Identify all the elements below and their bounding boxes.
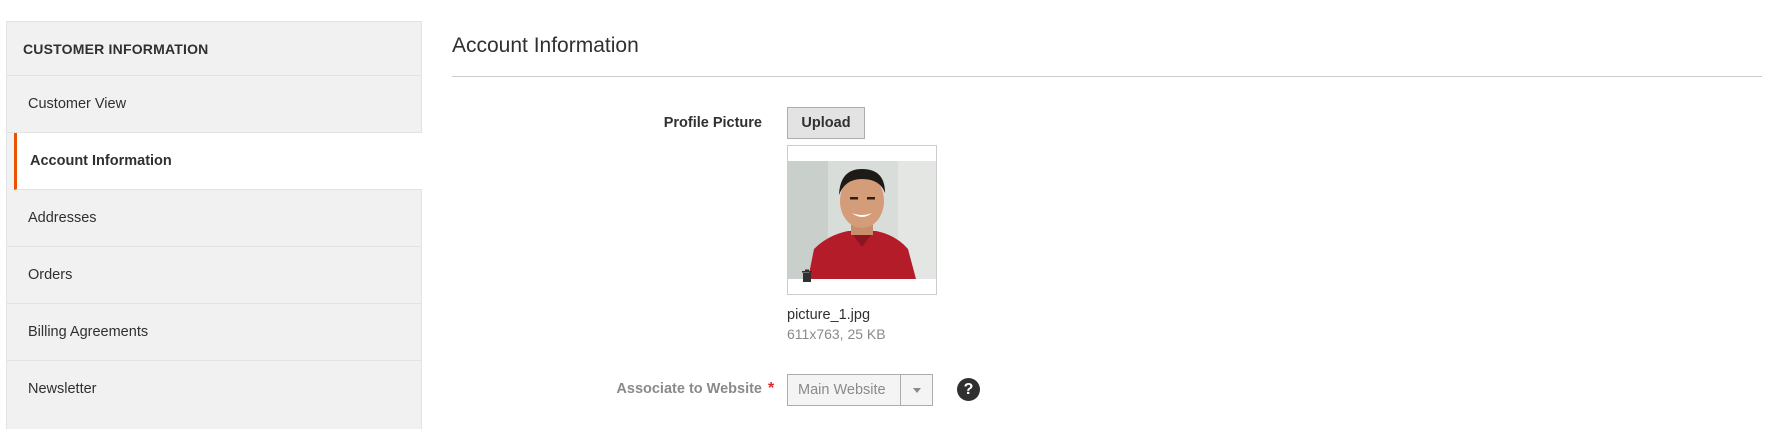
website-select[interactable]: Main Website bbox=[787, 374, 933, 406]
section-title: Account Information bbox=[452, 34, 639, 57]
sidebar-item-account-information[interactable]: Account Information bbox=[14, 133, 422, 190]
file-name: picture_1.jpg bbox=[787, 307, 871, 323]
sidebar-title: CUSTOMER INFORMATION bbox=[7, 22, 421, 76]
trash-icon[interactable] bbox=[801, 269, 813, 282]
associate-website-label: Associate to Website bbox=[616, 381, 762, 397]
sidebar-nav: Customer View Account Information Addres… bbox=[7, 76, 422, 418]
profile-picture-preview[interactable] bbox=[787, 145, 937, 295]
sidebar-item-orders[interactable]: Orders bbox=[7, 247, 421, 304]
sidebar-item-billing-agreements[interactable]: Billing Agreements bbox=[7, 304, 421, 361]
customer-info-sidebar: CUSTOMER INFORMATION Customer View Accou… bbox=[6, 21, 422, 429]
file-meta: 611x763, 25 KB bbox=[787, 326, 886, 342]
chevron-down-icon bbox=[900, 375, 932, 405]
sidebar-item-customer-view[interactable]: Customer View bbox=[7, 76, 421, 133]
question-circle-icon[interactable]: ? bbox=[957, 378, 980, 401]
required-marker: * bbox=[768, 380, 775, 397]
profile-picture-label: Profile Picture bbox=[663, 115, 762, 131]
profile-photo bbox=[788, 161, 936, 279]
upload-button[interactable]: Upload bbox=[787, 107, 865, 139]
website-select-value: Main Website bbox=[798, 382, 886, 398]
section-divider bbox=[452, 76, 1762, 77]
sidebar-item-newsletter[interactable]: Newsletter bbox=[7, 361, 421, 418]
page: CUSTOMER INFORMATION Customer View Accou… bbox=[0, 0, 1769, 429]
account-information-panel: Account Information Profile Picture Uplo… bbox=[452, 0, 1762, 429]
sidebar-item-addresses[interactable]: Addresses bbox=[7, 190, 421, 247]
